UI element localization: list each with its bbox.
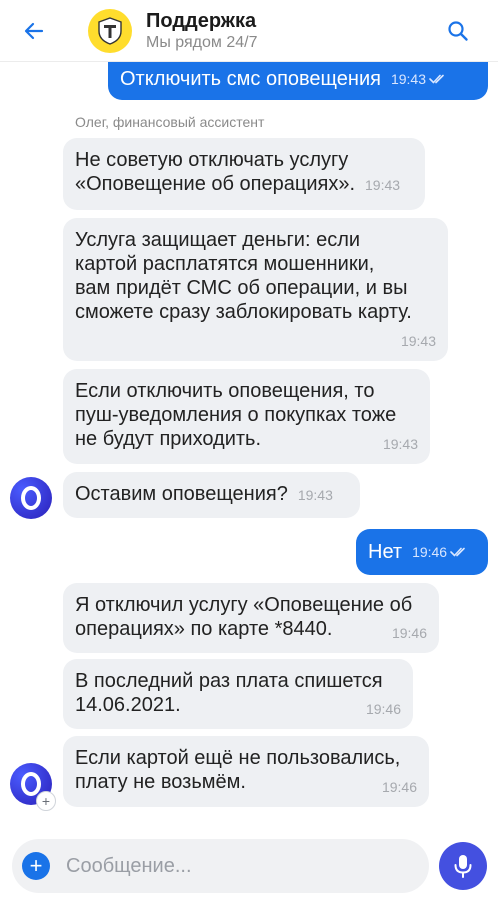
message-composer: + [12, 839, 429, 893]
incoming-message[interactable]: Если картой ещё не пользовались, плату н… [63, 736, 429, 807]
message-line: Услуга защищает деньги: если [75, 229, 361, 251]
plus-icon: + [29, 853, 43, 878]
message-line: операциях» по карте *8440. [75, 618, 333, 640]
add-badge-icon[interactable]: + [36, 791, 56, 811]
mic-button[interactable] [439, 842, 487, 890]
message-text: Нет [368, 541, 403, 563]
incoming-message[interactable]: Я отключил услугу «Оповещение об операци… [63, 583, 439, 653]
sender-name: Олег, финансовый ассистент [75, 114, 265, 130]
shield-emblem-icon [98, 17, 122, 45]
avatar-ring-icon [21, 772, 41, 796]
message-line: сможете сразу заблокировать карту. [75, 301, 412, 323]
avatar-ring-icon [21, 486, 41, 510]
page-title: Поддержка [146, 10, 257, 32]
double-check-icon [450, 547, 465, 557]
incoming-message[interactable]: В последний раз плата спишется 14.06.202… [63, 659, 413, 729]
message-line: «Оповещение об операциях». 19:43 [75, 173, 401, 195]
message-time: 19:43 [382, 436, 418, 452]
search-icon [448, 21, 468, 41]
incoming-message[interactable]: Оставим оповещения? 19:43 [63, 472, 360, 518]
message-time: 19:46 [381, 779, 417, 795]
message-line: В последний раз плата спишется [75, 670, 383, 692]
message-line: Если картой ещё не пользовались, [75, 747, 401, 769]
message-text: Оставим оповещения? [75, 483, 288, 505]
assistant-avatar[interactable] [10, 477, 52, 519]
message-time: 19:46 [412, 540, 468, 564]
message-line: картой расплатятся мошенники, [75, 253, 375, 275]
bank-shield-logo[interactable] [88, 9, 132, 53]
page-subtitle: Мы рядом 24/7 [146, 34, 258, 51]
outgoing-message[interactable]: Отключить смс оповещения 19:43 [108, 58, 488, 100]
message-line: Не советую отключать услугу [75, 149, 349, 171]
microphone-icon [454, 855, 472, 878]
message-time: 19:46 [391, 625, 427, 641]
message-time: 19:43 [297, 487, 333, 503]
incoming-message[interactable]: Если отключить оповещения, то пуш-уведом… [63, 369, 430, 464]
message-time: 19:43 [391, 67, 447, 91]
message-line: 14.06.2021. [75, 694, 181, 716]
message-line: не будут приходить. [75, 428, 262, 450]
message-line: пуш-уведомления о покупках тоже [75, 404, 397, 426]
incoming-message[interactable]: Не советую отключать услугу «Оповещение … [63, 138, 425, 210]
message-text: Отключить смс оповещения [120, 68, 381, 90]
attach-button[interactable]: + [22, 852, 50, 880]
message-input[interactable] [66, 852, 406, 880]
message-time: 19:46 [365, 701, 401, 717]
message-line: вам придёт СМС об операции, и вы [75, 277, 408, 299]
double-check-icon [429, 74, 444, 84]
search-button[interactable] [442, 15, 474, 47]
incoming-message[interactable]: Услуга защищает деньги: если картой расп… [63, 218, 448, 361]
message-line: Если отключить оповещения, то [75, 380, 375, 402]
back-button[interactable] [18, 15, 50, 47]
outgoing-message[interactable]: Нет 19:46 [356, 529, 488, 575]
chat-header: Поддержка Мы рядом 24/7 [0, 0, 498, 62]
message-line: плату не возьмём. [75, 771, 246, 793]
message-time: 19:43 [365, 177, 401, 193]
message-line: Я отключил услугу «Оповещение об [75, 594, 413, 616]
arrow-left-icon [24, 22, 44, 40]
message-time: 19:43 [400, 333, 436, 349]
